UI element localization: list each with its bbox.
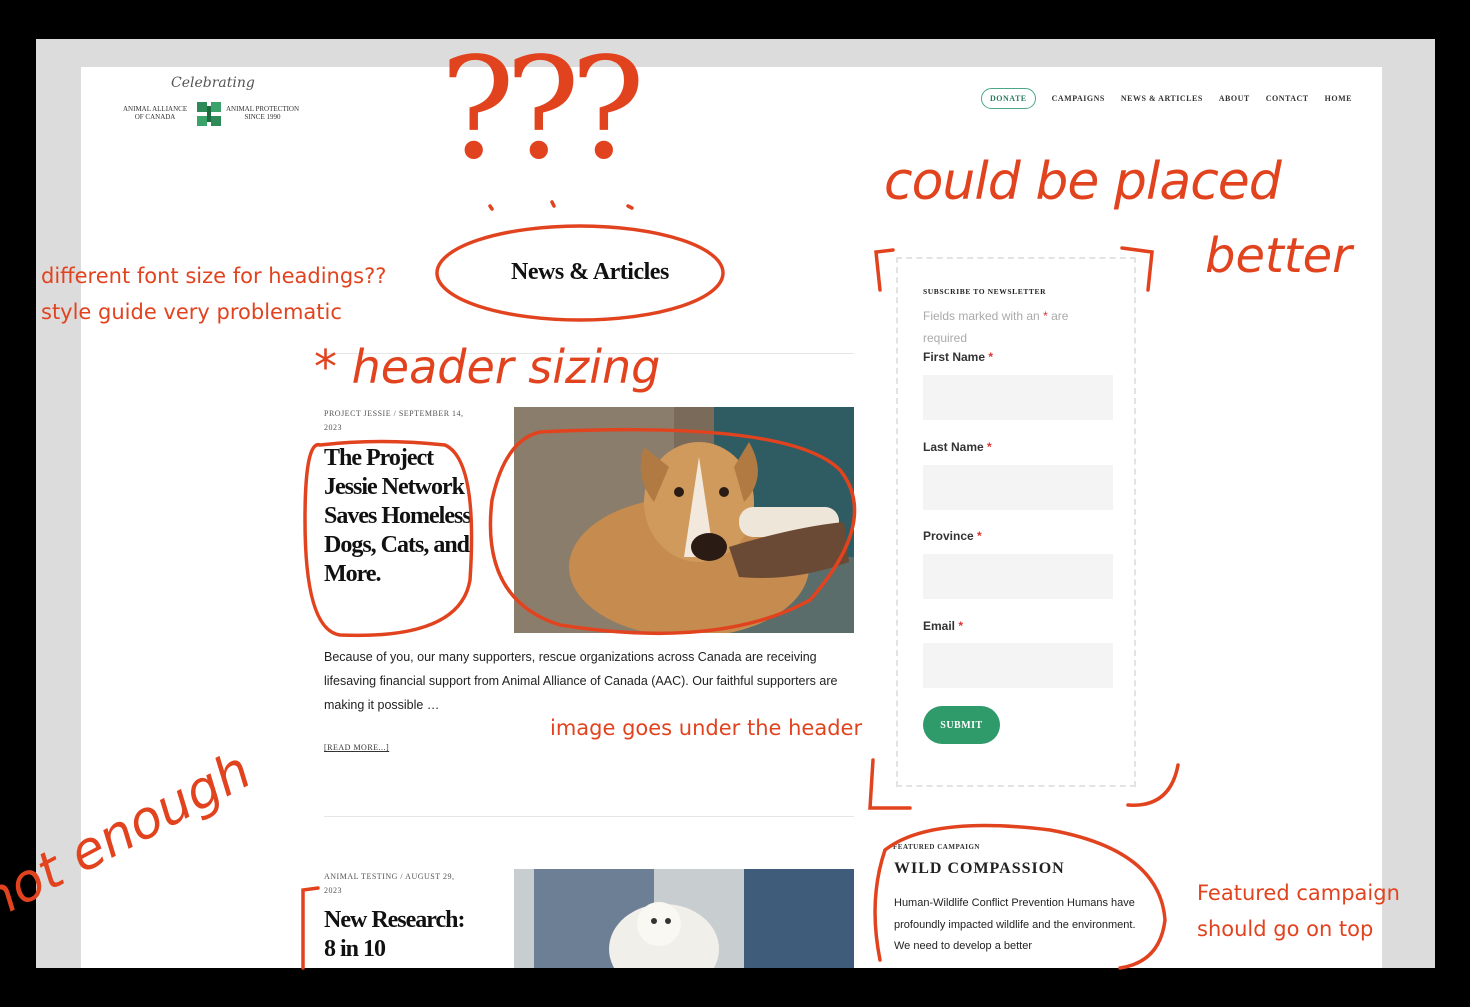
bracket-bottom-right	[1126, 763, 1180, 807]
annotation-image-under-header: image goes under the header	[550, 716, 863, 740]
bracket-left-lower	[301, 886, 320, 970]
image-circle	[488, 427, 857, 636]
annotation-header-sizing: * header sizing	[314, 340, 661, 394]
question-dots	[488, 200, 634, 211]
annotation-better: better	[1205, 228, 1352, 284]
annotation-could-be-placed: could be placed	[884, 152, 1282, 212]
title-circle	[435, 224, 725, 322]
post-title-circle	[303, 439, 474, 638]
bracket-top-right	[1120, 246, 1154, 292]
annotation-question-marks: ???	[440, 28, 645, 191]
bracket-bottom-left	[868, 758, 912, 810]
annotation-featured-line1: Featured campaign	[1197, 881, 1400, 905]
annotation-headings-line1: different font size for headings??	[41, 264, 387, 288]
annotation-featured-line2: should go on top	[1197, 917, 1374, 941]
annotation-headings-line2: style guide very problematic	[41, 300, 342, 324]
featured-circle	[873, 823, 1167, 970]
bracket-top-left	[874, 248, 895, 292]
